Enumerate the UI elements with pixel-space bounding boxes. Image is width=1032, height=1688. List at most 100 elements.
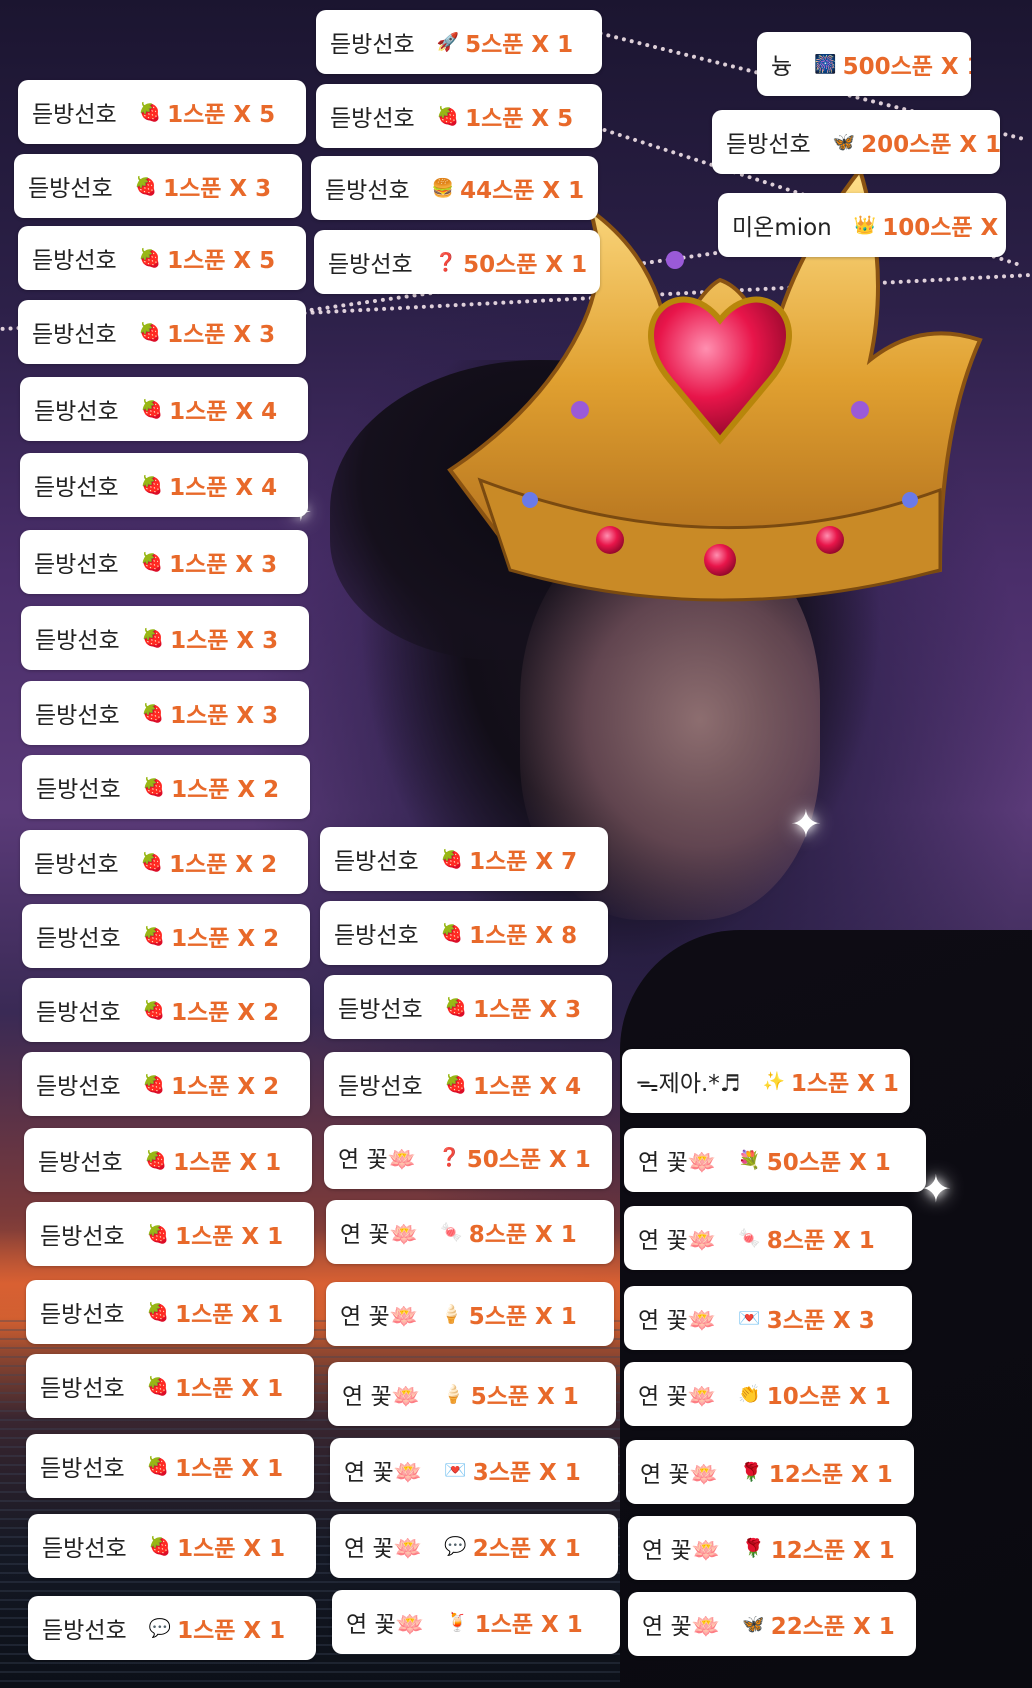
gift-icon: 🚀 bbox=[436, 31, 460, 53]
gift-icon: 🍓 bbox=[146, 1301, 170, 1323]
gift-message: 듣방선호 🍓 1스푼 X 3 bbox=[21, 681, 309, 745]
spoon-amount: 1스푼 X 2 bbox=[169, 852, 278, 878]
sender-name: 듣방선호 bbox=[40, 1456, 125, 1482]
gift-message: 연 꽃🪷 🍬 8스푼 X 1 bbox=[326, 1200, 614, 1264]
gift-icon: 🍦 bbox=[442, 1383, 465, 1405]
gift-message: 듣방선호 🍓 1스푼 X 1 bbox=[28, 1514, 316, 1578]
gift-message: 듣방선호 🍓 1스푼 X 2 bbox=[22, 978, 310, 1042]
gift-message: ᯓ제아.*♬ ✨ 1스푼 X 1 bbox=[622, 1049, 910, 1113]
gift-icon: 🍓 bbox=[146, 1223, 170, 1245]
gift-message: 연 꽃🪷 💬 2스푼 X 1 bbox=[330, 1514, 618, 1578]
gift-message: 듣방선호 🍓 1스푼 X 4 bbox=[20, 453, 308, 517]
gift-icon: 🍓 bbox=[138, 101, 162, 123]
sender-name: 듣방선호 bbox=[36, 1074, 121, 1100]
sender-name: 연 꽃🪷 bbox=[340, 1304, 419, 1330]
gift-icon: 🍓 bbox=[142, 776, 166, 798]
spoon-amount: 50스푼 X 1 bbox=[766, 1150, 891, 1176]
sender-name: 듣방선호 bbox=[338, 997, 423, 1023]
gift-message: 듣방선호 🍓 1스푼 X 5 bbox=[316, 84, 602, 148]
gift-icon: 💌 bbox=[738, 1307, 761, 1329]
sender-name: 연 꽃🪷 bbox=[640, 1462, 719, 1488]
spoon-amount: 1스푼 X 3 bbox=[169, 552, 278, 578]
gift-icon: ❓ bbox=[434, 251, 458, 273]
sender-name: 듣방선호 bbox=[325, 178, 410, 204]
sender-name: 듣방선호 bbox=[36, 777, 121, 803]
gift-message: 듣방선호 💬 1스푼 X 1 bbox=[28, 1596, 316, 1660]
gift-icon: 👏 bbox=[738, 1383, 761, 1405]
spoon-amount: 1스푼 X 3 bbox=[170, 628, 279, 654]
sender-name: 듣방선호 bbox=[34, 475, 119, 501]
gift-message: 듣방선호 🍓 1스푼 X 5 bbox=[18, 226, 306, 290]
sender-name: 듣방선호 bbox=[35, 628, 120, 654]
gift-icon: 🍓 bbox=[138, 247, 162, 269]
gift-message: 듣방선호 🍓 1스푼 X 4 bbox=[20, 377, 308, 441]
gift-message: 듣방선호 🍓 1스푼 X 1 bbox=[26, 1202, 314, 1266]
gift-message: 듣방선호 🍓 1스푼 X 3 bbox=[14, 154, 302, 218]
gift-icon: 🍓 bbox=[140, 851, 164, 873]
gift-icon: 🍔 bbox=[431, 177, 455, 199]
spoon-amount: 1스푼 X 4 bbox=[473, 1074, 582, 1100]
gift-icon: 🍓 bbox=[141, 702, 165, 724]
sender-name: 듣방선호 bbox=[334, 923, 419, 949]
spoon-amount: 1스푼 X 3 bbox=[473, 997, 582, 1023]
sender-name: 연 꽃🪷 bbox=[342, 1384, 421, 1410]
sender-name: 듣방선호 bbox=[42, 1536, 127, 1562]
spoon-amount: 1스푼 X 7 bbox=[469, 849, 578, 875]
sender-name: 연 꽃🪷 bbox=[344, 1536, 423, 1562]
gift-icon: 🍓 bbox=[440, 848, 464, 870]
gift-message: 듣방선호 ❓ 50스푼 X 1 bbox=[314, 230, 600, 294]
sender-name: 듣방선호 bbox=[34, 552, 119, 578]
spoon-amount: 1스푼 X 1 bbox=[177, 1618, 286, 1644]
gift-message: 듣방선호 🍓 1스푼 X 8 bbox=[320, 901, 608, 965]
gift-icon: 🌹 bbox=[742, 1537, 765, 1559]
sender-name: 듣방선호 bbox=[338, 1074, 423, 1100]
spoon-amount: 1스푼 X 5 bbox=[465, 106, 574, 132]
spoon-amount: 1스푼 X 1 bbox=[175, 1456, 284, 1482]
gift-icon: 🍓 bbox=[138, 321, 162, 343]
spoon-amount: 1스푼 X 4 bbox=[169, 475, 278, 501]
gift-message: 연 꽃🪷 🍦 5스푼 X 1 bbox=[328, 1362, 616, 1426]
gift-icon: 🌹 bbox=[740, 1461, 763, 1483]
gift-icon: 🍓 bbox=[141, 627, 165, 649]
sender-name: 듣방선호 bbox=[334, 849, 419, 875]
gift-message: 듣방선호 🍓 1스푼 X 3 bbox=[324, 975, 612, 1039]
sender-name: 듣방선호 bbox=[38, 1150, 123, 1176]
spoon-amount: 500스푼 X 1 bbox=[842, 54, 971, 80]
sender-name: 듣방선호 bbox=[40, 1302, 125, 1328]
sender-name: 듣방선호 bbox=[330, 32, 415, 58]
gift-message: 듣방선호 🚀 5스푼 X 1 bbox=[316, 10, 602, 74]
gift-icon: 🍓 bbox=[134, 175, 158, 197]
sender-name: 듣방선호 bbox=[40, 1376, 125, 1402]
gift-message: 연 꽃🪷 💌 3스푼 X 1 bbox=[330, 1438, 618, 1502]
gift-icon: 🍓 bbox=[436, 105, 460, 127]
sparkle-icon: ✦ bbox=[790, 802, 822, 846]
spoon-amount: 1스푼 X 2 bbox=[171, 777, 280, 803]
gift-message: 연 꽃🪷 💌 3스푼 X 3 bbox=[624, 1286, 912, 1350]
sender-name: 듣방선호 bbox=[35, 703, 120, 729]
spoon-amount: 5스푼 X 1 bbox=[465, 32, 574, 58]
gift-message: 듣방선호 🦋 200스푼 X 1 bbox=[712, 110, 1000, 174]
spoon-amount: 1스푼 X 1 bbox=[474, 1612, 583, 1638]
gift-message: 듣방선호 🍓 1스푼 X 1 bbox=[26, 1354, 314, 1418]
gift-message: 듣방선호 🍓 1스푼 X 7 bbox=[320, 827, 608, 891]
spoon-amount: 1스푼 X 2 bbox=[171, 926, 280, 952]
gift-icon: 💬 bbox=[148, 1617, 172, 1639]
gift-message: 연 꽃🪷 🌹 12스푼 X 1 bbox=[626, 1440, 914, 1504]
spoon-amount: 1스푼 X 1 bbox=[175, 1224, 284, 1250]
gift-icon: 🍓 bbox=[444, 1073, 468, 1095]
sender-name: 듣방선호 bbox=[32, 248, 117, 274]
gift-message: 연 꽃🪷 🍦 5스푼 X 1 bbox=[326, 1282, 614, 1346]
sender-name: 연 꽃🪷 bbox=[638, 1308, 717, 1334]
spoon-amount: 1스푼 X 3 bbox=[170, 703, 279, 729]
spoon-amount: 10스푼 X 1 bbox=[766, 1384, 891, 1410]
sender-name: 듣방선호 bbox=[42, 1618, 127, 1644]
spoon-amount: 1스푼 X 5 bbox=[167, 248, 276, 274]
gift-message: 연 꽃🪷 🦋 22스푼 X 1 bbox=[628, 1592, 916, 1656]
gift-message: 듣방선호 🍓 1스푼 X 1 bbox=[26, 1280, 314, 1344]
gift-message: 듣방선호 🍓 1스푼 X 2 bbox=[22, 904, 310, 968]
gift-icon: ✨ bbox=[762, 1070, 785, 1092]
gift-icon: 🍓 bbox=[144, 1149, 168, 1171]
spoon-amount: 3스푼 X 1 bbox=[472, 1460, 581, 1486]
gift-icon: 💌 bbox=[444, 1459, 467, 1481]
spoon-amount: 1스푼 X 3 bbox=[167, 322, 276, 348]
